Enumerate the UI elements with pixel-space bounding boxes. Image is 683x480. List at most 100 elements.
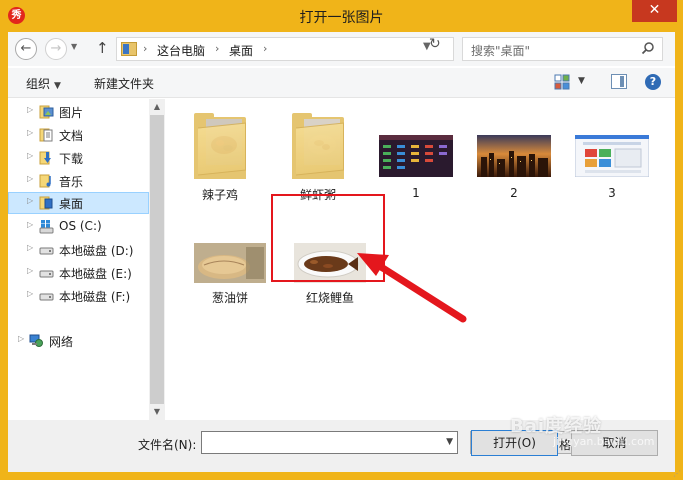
file-item[interactable]: 1 xyxy=(371,107,461,207)
back-button[interactable]: ← xyxy=(15,38,37,60)
network-icon xyxy=(29,334,43,347)
os-drive-icon xyxy=(39,220,54,234)
documents-icon xyxy=(39,128,53,142)
folder-icon xyxy=(292,111,344,181)
title-bar[interactable]: 秀 打开一张图片 ✕ xyxy=(0,0,683,32)
up-arrow-icon: ↑ xyxy=(96,39,109,57)
expand-arrow-icon[interactable]: ▷ xyxy=(27,174,33,183)
nav-item-desktop[interactable]: ▷ 桌面 xyxy=(8,192,149,214)
file-item[interactable]: 2 xyxy=(469,107,559,207)
search-box[interactable]: 搜索"桌面" xyxy=(462,37,663,61)
expand-arrow-icon[interactable]: ▷ xyxy=(27,128,33,137)
recent-locations-dropdown[interactable]: ▼ xyxy=(71,42,77,51)
nav-label: 文档 xyxy=(59,129,84,143)
nav-item-pictures[interactable]: ▷ 图片 xyxy=(8,101,149,123)
filename-label: 文件名(N): xyxy=(138,438,197,452)
close-button[interactable]: ✕ xyxy=(632,0,677,22)
organize-menu[interactable]: 组织 ▼ xyxy=(26,75,61,92)
expand-arrow-icon[interactable]: ▷ xyxy=(18,334,24,343)
resize-grip-icon[interactable]: ⋰ xyxy=(673,469,681,478)
annotation-highlight-box xyxy=(271,194,385,282)
open-button[interactable]: 打开(O) xyxy=(471,430,558,456)
scroll-thumb[interactable] xyxy=(150,115,164,404)
refresh-button[interactable]: ↻ xyxy=(429,36,441,52)
cancel-button[interactable]: 取消 xyxy=(571,430,658,456)
nav-label: 本地磁盘 (F:) xyxy=(59,290,131,304)
forward-arrow-icon: → xyxy=(50,41,62,56)
nav-item-network[interactable]: ▷ 网络 xyxy=(8,330,149,352)
file-list: 辣子鸡 鲜虾粥 1 2 3 葱油饼 红烧鲤鱼 xyxy=(165,99,675,420)
downloads-icon xyxy=(39,151,51,165)
image-thumbnail xyxy=(575,135,649,177)
file-item[interactable]: 辣子鸡 xyxy=(175,107,265,207)
new-folder-button[interactable]: 新建文件夹 xyxy=(94,75,154,92)
nav-item-documents[interactable]: ▷ 文档 xyxy=(8,124,149,146)
nav-item-downloads[interactable]: ▷ 下载 xyxy=(8,147,149,169)
expand-arrow-icon[interactable]: ▷ xyxy=(27,105,33,114)
expand-arrow-icon[interactable]: ▷ xyxy=(27,289,33,298)
disk-drive-icon xyxy=(39,270,54,278)
file-item[interactable]: 3 xyxy=(567,107,657,207)
expand-arrow-icon[interactable]: ▷ xyxy=(27,196,33,205)
nav-label: 本地磁盘 (D:) xyxy=(59,244,134,258)
breadcrumb-chevron-icon[interactable]: › xyxy=(263,42,267,55)
breadcrumb-this-pc[interactable]: 这台电脑 xyxy=(157,42,205,59)
music-icon xyxy=(39,174,51,188)
change-view-icon[interactable] xyxy=(554,74,570,90)
file-item[interactable]: 葱油饼 xyxy=(185,239,275,309)
nav-label: 桌面 xyxy=(59,197,84,211)
nav-label: 下载 xyxy=(59,152,84,166)
nav-item-os-drive[interactable]: ▷ OS (C:) xyxy=(8,216,149,238)
desktop-icon xyxy=(39,196,53,210)
nav-item-disk-e[interactable]: ▷ 本地磁盘 (E:) xyxy=(8,262,149,284)
file-name: 葱油饼 xyxy=(211,291,248,305)
help-icon[interactable]: ? xyxy=(645,74,661,90)
filename-history-dropdown[interactable]: ▼ xyxy=(446,437,453,447)
up-button[interactable]: ↑ xyxy=(96,39,109,57)
pictures-icon xyxy=(39,105,54,119)
nav-label: 本地磁盘 (E:) xyxy=(59,267,132,281)
breadcrumb-desktop[interactable]: 桌面 xyxy=(229,42,253,59)
nav-label: 音乐 xyxy=(59,175,84,189)
scroll-down-icon[interactable]: ▼ xyxy=(149,404,165,420)
file-name: 3 xyxy=(608,186,616,200)
command-bar: 组织 ▼ 新建文件夹 ▼ ? xyxy=(8,68,675,98)
file-name: 2 xyxy=(510,186,518,200)
refresh-icon: ↻ xyxy=(429,36,441,52)
expand-arrow-icon[interactable]: ▷ xyxy=(27,243,33,252)
search-icon[interactable] xyxy=(641,41,655,55)
forward-button[interactable]: → xyxy=(45,38,67,60)
address-bar[interactable]: › 这台电脑 › 桌面 › ▼ xyxy=(116,37,454,61)
image-thumbnail xyxy=(477,135,551,177)
file-item[interactable]: 鲜虾粥 xyxy=(273,107,363,207)
file-name: 红烧鲤鱼 xyxy=(305,291,354,305)
nav-item-music[interactable]: ▷ 音乐 xyxy=(8,170,149,192)
disk-drive-icon xyxy=(39,293,54,301)
nav-item-disk-f[interactable]: ▷ 本地磁盘 (F:) xyxy=(8,285,149,307)
view-options-dropdown[interactable]: ▼ xyxy=(578,76,585,86)
nav-item-disk-d[interactable]: ▷ 本地磁盘 (D:) xyxy=(8,239,149,261)
breadcrumb-chevron-icon[interactable]: › xyxy=(215,42,219,55)
disk-drive-icon xyxy=(39,247,54,255)
folder-icon xyxy=(194,111,246,181)
back-arrow-icon: ← xyxy=(20,41,32,56)
preview-pane-icon[interactable] xyxy=(611,74,627,89)
filename-field[interactable]: ▼ xyxy=(201,431,458,454)
expand-arrow-icon[interactable]: ▷ xyxy=(27,151,33,160)
caret-down-icon: ▼ xyxy=(54,81,61,91)
navigation-pane: ▷ 图片 ▷ 文档 ▷ 下载 ▷ 音乐 ▷ 桌面 ▷ OS (C:) ▷ 本地磁… xyxy=(8,99,165,420)
breadcrumb-chevron-icon[interactable]: › xyxy=(143,42,147,55)
nav-label: 网络 xyxy=(49,335,74,349)
dialog-title: 打开一张图片 xyxy=(299,10,384,26)
search-input[interactable]: 搜索"桌面" xyxy=(471,42,530,59)
location-folder-icon xyxy=(121,42,137,56)
file-name: 辣子鸡 xyxy=(201,188,238,202)
expand-arrow-icon[interactable]: ▷ xyxy=(27,220,33,229)
organize-label: 组织 xyxy=(26,77,51,91)
nav-scrollbar[interactable]: ▲ ▼ xyxy=(149,99,165,420)
scroll-up-icon[interactable]: ▲ xyxy=(149,99,165,115)
nav-label: 图片 xyxy=(59,106,84,120)
image-thumbnail xyxy=(194,243,266,283)
nav-label: OS (C:) xyxy=(59,219,102,233)
expand-arrow-icon[interactable]: ▷ xyxy=(27,266,33,275)
